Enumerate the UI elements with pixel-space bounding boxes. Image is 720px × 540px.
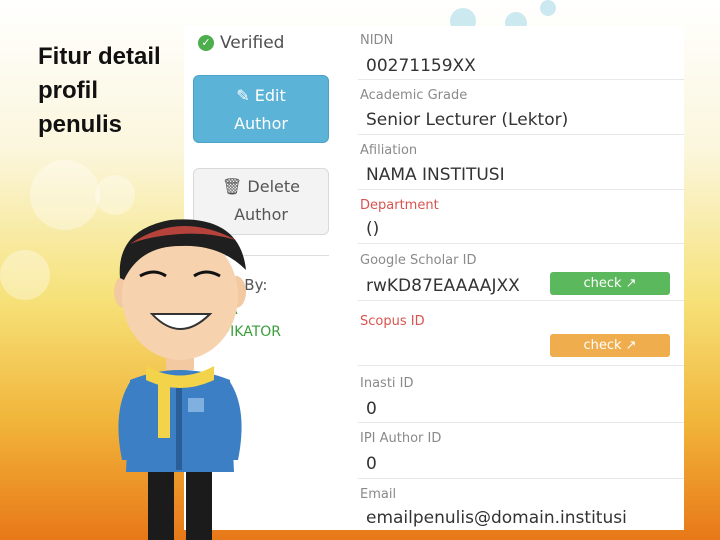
google-scholar-value: rwKD87EAAAAJXX <box>366 276 520 296</box>
edit-button-line1: ✎ Edit <box>194 82 328 110</box>
check-label: check <box>583 338 622 353</box>
divider <box>358 243 684 244</box>
verified-label: Verified <box>220 33 285 53</box>
verified-status: ✓ Verified <box>198 33 284 53</box>
divider <box>358 478 684 479</box>
affiliation-value: NAMA INSTITUSI <box>366 165 505 185</box>
department-label: Department <box>360 198 439 213</box>
academic-grade-label: Academic Grade <box>360 88 468 103</box>
google-scholar-check-button[interactable]: check ↗ <box>550 272 670 295</box>
trash-icon: 🗑 <box>222 177 243 196</box>
edit-icon: ✎ <box>236 86 250 105</box>
slide-title: Fitur detail profil penulis <box>38 43 161 138</box>
google-scholar-label: Google Scholar ID <box>360 253 477 268</box>
edit-author-button[interactable]: ✎ Edit Author <box>193 75 329 143</box>
edit-button-line2: Author <box>234 114 288 133</box>
email-label: Email <box>360 487 397 502</box>
divider <box>358 189 684 190</box>
affiliation-label: Afiliation <box>360 143 418 158</box>
edit-label: Edit <box>254 86 286 105</box>
check-circle-icon: ✓ <box>198 35 214 51</box>
delete-button-line1: 🗑 Delete <box>194 173 328 201</box>
department-value: () <box>366 219 380 239</box>
scopus-check-button[interactable]: check ↗ <box>550 334 670 357</box>
background-bokeh <box>95 175 135 215</box>
academic-grade-value: Senior Lecturer (Lektor) <box>366 110 569 130</box>
nidn-label: NIDN <box>360 33 394 48</box>
molecule-decoration <box>540 0 556 16</box>
divider <box>358 365 684 366</box>
divider <box>358 134 684 135</box>
background-bokeh <box>30 160 100 230</box>
email-value: emailpenulis@domain.institusi <box>366 508 627 528</box>
ipi-author-value: 0 <box>366 454 377 474</box>
check-label: check <box>583 276 622 291</box>
inasti-value: 0 <box>366 399 377 419</box>
divider <box>358 79 684 80</box>
cartoon-man-illustration <box>114 219 246 540</box>
divider <box>358 422 684 423</box>
external-link-icon: ↗ <box>625 276 637 291</box>
background-bokeh <box>0 250 50 300</box>
external-link-icon: ↗ <box>625 338 637 353</box>
scopus-label: Scopus ID <box>360 314 425 329</box>
delete-label: Delete <box>247 177 300 196</box>
inasti-label: Inasti ID <box>360 376 414 391</box>
ipi-author-label: IPI Author ID <box>360 431 442 446</box>
divider <box>358 300 684 301</box>
nidn-value: 00271159XX <box>366 56 476 76</box>
